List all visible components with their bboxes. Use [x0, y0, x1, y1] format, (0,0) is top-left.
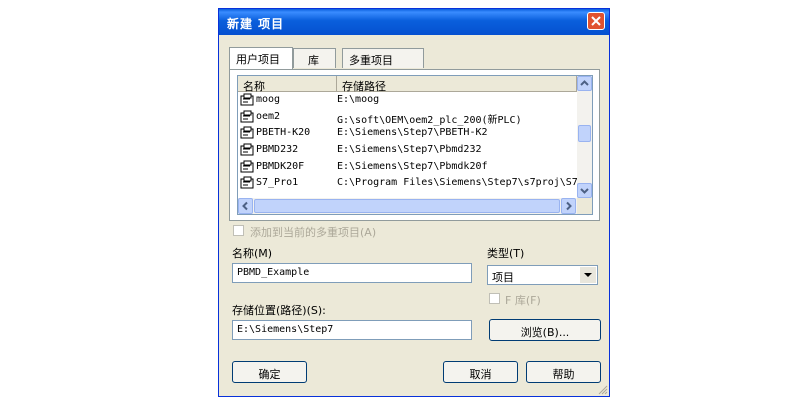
f-library-label: F 库(F) [505, 294, 541, 307]
list-item-path: E:\Siemens\Step7\Pbmd232 [337, 144, 482, 156]
list-item[interactable]: PBMD232 E:\Siemens\Step7\Pbmd232 [238, 142, 577, 159]
scroll-up-button[interactable] [577, 76, 592, 91]
list-item[interactable]: oem2 G:\soft\OEM\oem2_plc_200(新PLC) [238, 109, 577, 126]
list-item[interactable]: PBETH-K20 E:\Siemens\Step7\PBETH-K2 [238, 125, 577, 142]
list-item-name: S7_Pro1 [256, 177, 299, 189]
list-item-name: PBMDK20F [256, 160, 305, 172]
project-icon [240, 143, 254, 156]
chevron-left-icon [242, 201, 248, 211]
scrollbar-corner [577, 198, 592, 214]
vertical-scroll-thumb[interactable] [578, 125, 591, 142]
list-item[interactable]: PBMDK20F E:\Siemens\Step7\Pbmdk20f [238, 159, 577, 176]
list-item[interactable]: moog E:\moog [238, 92, 577, 109]
scroll-down-button[interactable] [577, 183, 592, 198]
name-input[interactable]: PBMD_Example [232, 263, 472, 283]
add-to-multiproject-checkbox[interactable] [233, 225, 244, 236]
tab-libraries[interactable]: 库 [293, 48, 336, 68]
location-input[interactable]: E:\Siemens\Step7 [232, 320, 472, 340]
f-library-checkbox[interactable] [489, 293, 500, 304]
cancel-button[interactable]: 取消 [443, 361, 518, 383]
list-item-name: moog [256, 94, 281, 105]
close-button[interactable] [587, 12, 605, 30]
list-item-name: oem2 [256, 110, 281, 122]
project-icon [240, 160, 254, 173]
type-label: 类型(T) [487, 247, 525, 260]
list-item-path: E:\Siemens\Step7\Pbmdk20f [337, 160, 488, 172]
name-label: 名称(M) [232, 247, 273, 260]
close-icon [591, 16, 601, 26]
title-bar[interactable]: 新建 项目 [219, 9, 609, 35]
scroll-left-button[interactable] [238, 198, 253, 214]
type-dropdown-button[interactable] [580, 267, 596, 283]
type-select[interactable]: 项目 [487, 265, 598, 285]
vertical-scrollbar[interactable] [577, 76, 592, 198]
tab-multiprojects-label: 多重项目 [349, 54, 393, 67]
list-item-path: E:\moog [337, 94, 380, 105]
chevron-down-icon [580, 188, 589, 194]
column-header-path[interactable]: 存储路径 [337, 76, 577, 93]
type-select-value: 项目 [492, 271, 514, 284]
project-icon [240, 126, 254, 139]
tab-libraries-label: 库 [308, 54, 319, 67]
list-item-name: PBMD232 [256, 144, 299, 156]
horizontal-scrollbar[interactable] [238, 198, 577, 214]
project-icon [240, 176, 254, 189]
chevron-up-icon [580, 80, 589, 86]
add-to-multiproject-label: 添加到当前的多重项目(A) [250, 226, 377, 239]
resize-grip-icon[interactable] [596, 383, 608, 395]
horizontal-scroll-thumb[interactable] [254, 199, 560, 213]
project-icon [240, 93, 254, 106]
project-list[interactable]: 名称 存储路径 moog E:\moog oem2 G:\soft\OEM\oe… [237, 75, 593, 215]
scroll-right-button[interactable] [561, 198, 576, 214]
tab-user-projects[interactable]: 用户项目 [229, 47, 293, 69]
location-label: 存储位置(路径)(S): [232, 304, 326, 317]
tab-panel: 名称 存储路径 moog E:\moog oem2 G:\soft\OEM\oe… [229, 69, 600, 221]
tab-user-projects-label: 用户项目 [236, 53, 280, 66]
chevron-right-icon [566, 201, 572, 211]
list-item-name: PBETH-K20 [256, 127, 311, 139]
browse-button[interactable]: 浏览(B)... [489, 319, 601, 341]
ok-button[interactable]: 确定 [232, 361, 307, 383]
new-project-dialog: 新建 项目 用户项目 库 多重项目 名称 存储路径 moog E:\moog o… [218, 8, 610, 397]
help-button[interactable]: 帮助 [526, 361, 601, 383]
chevron-down-icon [584, 273, 592, 277]
list-item-path: E:\Siemens\Step7\PBETH-K2 [337, 127, 488, 139]
list-item-path: C:\Program Files\Siemens\Step7\s7proj\S7 [337, 177, 578, 189]
list-item-path: G:\soft\OEM\oem2_plc_200(新PLC) [337, 114, 522, 126]
dialog-title: 新建 项目 [227, 17, 285, 31]
list-item[interactable]: S7_Pro1 C:\Program Files\Siemens\Step7\s… [238, 175, 578, 192]
project-icon [240, 110, 254, 123]
column-header-name[interactable]: 名称 [238, 76, 337, 93]
tab-multiprojects[interactable]: 多重项目 [342, 48, 424, 68]
